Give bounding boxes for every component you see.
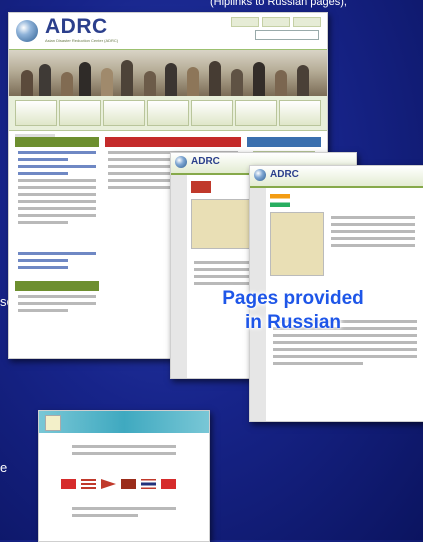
slide-side-text-2: e — [0, 460, 8, 475]
thailand-flag-icon[interactable] — [141, 479, 156, 489]
india-map-image — [270, 212, 324, 276]
logo-icon — [45, 415, 61, 431]
russian-page-2-logo: ADRC — [270, 169, 299, 180]
header-search-box — [255, 30, 319, 40]
language-page-intro — [69, 441, 179, 459]
malaysia-flag-icon[interactable] — [81, 479, 96, 489]
nepal-flag-icon[interactable] — [101, 479, 116, 489]
site-navigation — [9, 96, 327, 131]
banner-photo — [9, 50, 327, 96]
slide-top-text-fragment: (Hiplinks to Russian pages), — [210, 0, 347, 8]
sri-lanka-flag-icon[interactable] — [121, 479, 136, 489]
adrc-header: ADRC Asian Disaster Reduction Center (AD… — [9, 13, 327, 50]
caption-line-2: in Russian — [244, 312, 342, 333]
globe-logo-icon — [254, 169, 266, 181]
russian-page-2-header: ADRC — [250, 166, 423, 188]
russian-page-2-summary — [328, 212, 418, 251]
india-flag-icon — [270, 194, 290, 207]
adrc-logo-subtitle: Asian Disaster Reduction Center (ADRC) — [45, 38, 119, 43]
language-selection-page-screenshot — [38, 410, 210, 542]
russian-page-1-sidebar — [171, 175, 187, 378]
language-page-footer — [69, 503, 179, 521]
language-page-header — [39, 411, 209, 433]
caption-line-1: Pages provided — [222, 288, 364, 309]
russian-page-1-logo: ADRC — [191, 156, 220, 167]
vietnam-flag-icon[interactable] — [61, 479, 76, 489]
header-links — [231, 17, 321, 27]
left-column — [15, 137, 99, 316]
globe-logo-icon — [175, 156, 187, 168]
flag-icon — [191, 181, 211, 193]
vietnam-flag-icon-2[interactable] — [161, 479, 176, 489]
globe-logo-icon — [16, 20, 38, 42]
adrc-logo-text: ADRC — [45, 15, 108, 38]
pages-in-russian-caption: Pages provided in Russian — [198, 287, 388, 335]
country-flags-row — [61, 479, 176, 489]
country-map-image — [191, 199, 253, 249]
